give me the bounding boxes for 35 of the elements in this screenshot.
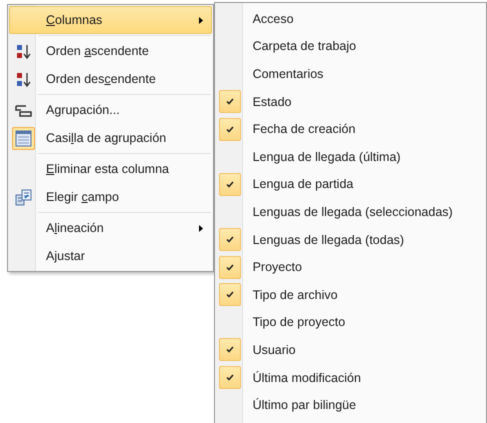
menu-item[interactable]: Orden descendente [9, 65, 212, 93]
menu-item[interactable]: Lenguas de llegada (todas) [216, 226, 485, 254]
menu-item[interactable]: Proyecto [216, 253, 485, 281]
menu-item-label: Orden descendente [45, 72, 157, 86]
menu-item[interactable]: Agrupación... [9, 96, 212, 124]
menu-item[interactable]: Ajustar [9, 242, 212, 270]
menu-item[interactable]: Casilla de agrupación [9, 124, 212, 152]
menu-item[interactable]: Lenguas de llegada (seleccionadas) [216, 198, 485, 226]
menu-item-label: Alineación [45, 221, 105, 235]
menu-item[interactable]: Estado [216, 88, 485, 116]
menu-item[interactable]: Última modificación [216, 364, 485, 392]
menu-item-label: Casilla de agrupación [45, 131, 168, 145]
submenu-arrow-icon [198, 224, 203, 232]
menu-item[interactable]: Columnas [9, 6, 212, 34]
menu-item[interactable]: Usuario [216, 336, 485, 364]
menu-item[interactable]: Tipo de proyecto [216, 308, 485, 336]
menu-item[interactable]: Lengua de partida [216, 170, 485, 198]
menu-item-label: Orden ascendente [45, 44, 150, 58]
menu-item[interactable]: Orden ascendente [9, 37, 212, 65]
submenu-arrow-icon [198, 16, 203, 24]
menu-item[interactable]: Acceso [216, 5, 485, 33]
menu-item-label: Eliminar esta columna [45, 162, 170, 176]
menu-item[interactable]: Tipo de archivo [216, 280, 485, 309]
menu-item[interactable]: Eliminar esta columna [9, 155, 212, 183]
menu-item[interactable]: Elegir campo [9, 183, 212, 211]
menu-item[interactable]: Lengua de llegada (última) [216, 142, 485, 171]
menu-item-label: Elegir campo [45, 190, 120, 204]
menu-item[interactable]: Carpeta de trabajo [216, 32, 485, 60]
menu-item-label: Agrupación... [45, 103, 121, 117]
menu-item-label: Ajustar [45, 249, 86, 263]
menu-item-label: Columnas [45, 13, 104, 27]
menu-item[interactable]: Fecha de creación [216, 115, 485, 143]
menu-item[interactable]: Último par bilingüe [216, 391, 485, 419]
menu-item[interactable]: Alineación [9, 214, 212, 242]
menu-item[interactable]: Comentarios [216, 60, 485, 88]
